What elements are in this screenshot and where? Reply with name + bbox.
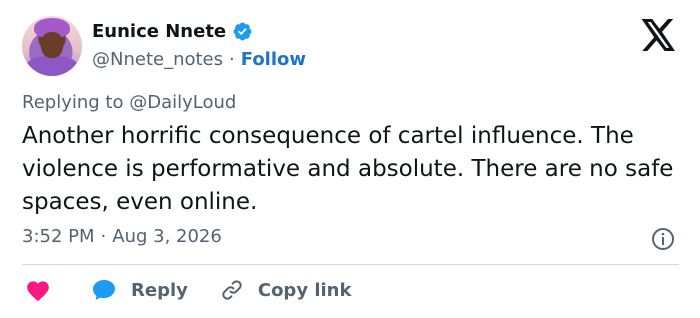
replying-prefix: Replying to xyxy=(22,92,124,113)
follow-button[interactable]: Follow xyxy=(241,49,306,70)
author-handle[interactable]: @Nnete_notes xyxy=(92,49,223,70)
action-bar: Reply Copy link xyxy=(22,276,351,304)
reply-label: Reply xyxy=(131,279,188,301)
tweet-text: Another horrific consequence of cartel i… xyxy=(22,123,674,215)
avatar-face xyxy=(41,32,63,58)
handle-separator: · xyxy=(229,48,235,70)
tweet-timestamp[interactable]: 3:52 PM · Aug 3, 2026 xyxy=(22,226,222,247)
replying-mention-link[interactable]: @DailyLoud xyxy=(129,92,236,113)
link-icon xyxy=(222,280,242,300)
author-name-row: Eunice Nnete xyxy=(92,18,253,44)
copy-link-label: Copy link xyxy=(257,279,352,301)
author-handle-row: @Nnete_notes · Follow xyxy=(92,46,306,72)
like-button[interactable] xyxy=(25,278,51,302)
copy-link-button[interactable]: Copy link xyxy=(220,278,352,302)
heart-icon xyxy=(27,281,49,302)
timestamp-separator: · xyxy=(100,226,107,247)
info-icon[interactable] xyxy=(651,227,675,251)
reply-button[interactable]: Reply xyxy=(91,278,188,302)
divider xyxy=(22,264,679,265)
tweet-date: Aug 3, 2026 xyxy=(112,226,222,247)
x-logo-icon[interactable] xyxy=(641,19,677,51)
verified-badge-icon xyxy=(233,22,252,40)
author-name[interactable]: Eunice Nnete xyxy=(92,21,226,42)
speech-bubble-icon xyxy=(93,280,115,300)
replying-to: Replying to @DailyLoud xyxy=(22,92,236,113)
author-avatar[interactable] xyxy=(22,16,82,76)
tweet-time: 3:52 PM xyxy=(22,226,95,247)
avatar-shoulders xyxy=(26,56,78,76)
